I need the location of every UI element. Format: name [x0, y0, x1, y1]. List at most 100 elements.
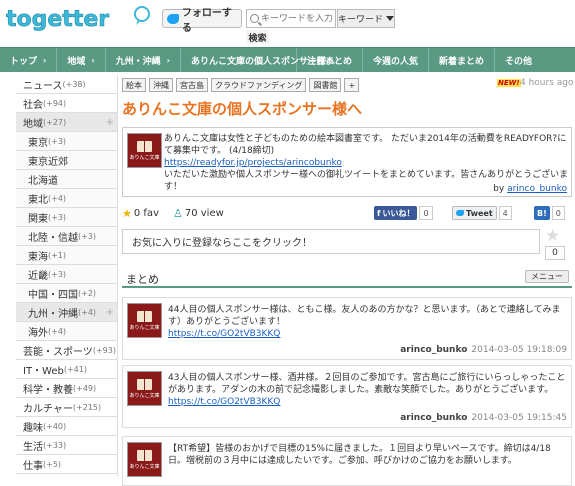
search-box[interactable] — [246, 9, 336, 28]
chevron-right-icon: › — [91, 55, 95, 65]
sidebar-item-count: (+4) — [78, 307, 97, 317]
sidebar-item-count: (+93) — [92, 345, 116, 355]
sidebar-item[interactable]: 科学・教養 (+49) — [16, 379, 117, 398]
togetter-logo[interactable]: togetter — [4, 4, 154, 34]
sidebar-item-label: 北海道 — [28, 175, 58, 187]
twitter-bird-icon — [167, 13, 179, 24]
sidebar-item[interactable]: カルチャー (+215) — [16, 398, 117, 417]
sidebar-item-label: 社会 — [23, 99, 43, 111]
sidebar-item-count: (+3) — [48, 212, 67, 222]
chevron-down-icon — [386, 16, 394, 21]
breadcrumb-region[interactable]: 地域 › — [57, 47, 106, 73]
sidebar-item-label: カルチャー — [23, 403, 73, 415]
expand-icon[interactable]: + — [106, 307, 114, 318]
sidebar-item[interactable]: 趣味 (+40) — [16, 417, 117, 436]
person-icon: ♙ — [172, 206, 183, 220]
new-badge: NEW! — [497, 79, 521, 87]
favorite-prompt-button[interactable]: お気に入りに登録ならここをクリック！ — [122, 229, 540, 254]
sidebar-item[interactable]: 東海 (+1) — [16, 246, 117, 265]
avatar[interactable]: ありんこ文庫 — [127, 133, 162, 168]
favorite-star-icon[interactable]: ★ — [545, 226, 560, 246]
sidebar-item[interactable]: IT・Web (+41) — [16, 360, 117, 379]
sidebar-item-label: 東京 — [28, 137, 48, 149]
sidebar-item-count: (+4) — [48, 326, 67, 336]
sidebar-item[interactable]: 東京 (+3) — [16, 132, 117, 151]
readyfor-link[interactable]: https://readyfor.jp/projects/arincobunko — [164, 157, 570, 169]
facebook-count: 0 — [419, 206, 433, 220]
tag-crowdfunding[interactable]: クラウドファンディング — [211, 78, 307, 92]
avatar[interactable]: ありんこ文庫 — [127, 303, 162, 338]
facebook-like-button[interactable]: f いいね！ 0 — [374, 206, 433, 220]
sidebar-item[interactable]: 東京近郊 — [16, 151, 117, 170]
tag-okinawa[interactable]: 沖縄 — [149, 78, 173, 92]
nav-featured[interactable]: 注目まとめ — [296, 48, 362, 73]
sidebar-item-label: 科学・教養 — [23, 384, 73, 396]
breadcrumb-kyushu[interactable]: 九州・沖縄 › — [106, 47, 181, 73]
sidebar-item-label: 近畿 — [28, 270, 48, 282]
breadcrumb-top[interactable]: トップ › — [0, 47, 58, 73]
star-icon: ★ — [122, 206, 132, 220]
search-input[interactable] — [261, 13, 335, 24]
tweet-timestamp[interactable]: 2014-03-05 19:15:45 — [471, 413, 567, 423]
sidebar-item-label: 北陸・信越 — [28, 232, 78, 244]
tweet-meta: arinco_bunko 2014-03-05 19:18:09 — [400, 345, 567, 355]
search-icon — [250, 14, 259, 23]
sidebar-item[interactable]: 北陸・信越 (+3) — [16, 227, 117, 246]
main-content: 絵本 沖縄 宮古島 クラウドファンディング 図書館 + NEW! 4 hours… — [122, 75, 575, 486]
menu-button[interactable]: メニュー — [525, 270, 569, 283]
sidebar-item[interactable]: ニュース (+38) — [16, 75, 117, 94]
sidebar-item[interactable]: 生活 (+33) — [16, 436, 117, 455]
tweet-text: 【RT希望】皆様のおかげで目標の15%に届きました。１回目より早いペースです。締… — [168, 444, 551, 466]
view-count: 70 view — [184, 207, 224, 219]
tweet-link[interactable]: https://t.co/GO2tVB3KKQ — [168, 328, 566, 340]
sidebar-item-count: (+2) — [78, 288, 97, 298]
sidebar-item-count: (+27) — [43, 117, 67, 127]
sidebar-item[interactable]: 芸能・スポーツ (+93) — [16, 341, 117, 360]
sidebar-item[interactable]: 北海道 — [16, 170, 117, 189]
hatena-count: 0 — [551, 206, 565, 220]
facebook-icon: f — [377, 208, 381, 218]
sidebar-item[interactable]: 中国・四国 (+2) — [16, 284, 117, 303]
sidebar-item[interactable]: 近畿 (+3) — [16, 265, 117, 284]
nav-new[interactable]: 新着まとめ — [428, 48, 494, 73]
sidebar-item[interactable]: 九州・沖縄 (+4) + — [16, 303, 117, 322]
tag-ehon[interactable]: 絵本 — [122, 78, 146, 92]
hatena-bookmark-button[interactable]: B! 0 — [534, 206, 565, 220]
sidebar-item[interactable]: 海外 (+4) — [16, 322, 117, 341]
search-type-select[interactable]: キーワード — [337, 9, 395, 28]
summary-header: まとめ メニュー — [122, 270, 572, 288]
expand-icon[interactable]: + — [106, 117, 114, 128]
sidebar-item[interactable]: 東北 (+4) — [16, 189, 117, 208]
sidebar-item[interactable]: 社会 (+94) — [16, 94, 117, 113]
author-link[interactable]: arinco_bunko — [507, 184, 567, 194]
sidebar-item-count: (+1) — [48, 250, 67, 260]
twitter-follow-button[interactable]: フォローする — [162, 8, 242, 34]
sidebar-item[interactable]: 地域 (+27) + — [16, 113, 117, 132]
category-sidebar: ニュース (+38) 社会 (+94) 地域 (+27) + 東京 (+3) 東京近郊 北海道 東北(… — [16, 75, 118, 476]
author-byline: by arinco_bunko — [493, 184, 567, 194]
nav-weekly[interactable]: 今週の人気 — [362, 48, 428, 73]
tweet-timestamp[interactable]: 2014-03-05 19:18:09 — [471, 345, 567, 355]
sidebar-item-label: 東北 — [28, 194, 48, 206]
tweet-button[interactable]: Tweet 4 — [452, 206, 512, 220]
sidebar-item-count: (+5) — [43, 459, 62, 469]
avatar[interactable]: ありんこ文庫 — [127, 371, 162, 406]
navbar: トップ › 地域 › 九州・沖縄 › ありんこ文庫の個人スポンサー様へ 注目まとめ 今… — [0, 47, 575, 73]
tag-library[interactable]: 図書館 — [309, 78, 342, 92]
tag-miyakojima[interactable]: 宮古島 — [176, 78, 208, 92]
tweet-author[interactable]: arinco_bunko — [400, 345, 467, 355]
svg-text:togetter: togetter — [6, 7, 109, 32]
nav-other[interactable]: その他 — [494, 48, 542, 73]
fav-count: 0 fav — [133, 207, 159, 219]
tweet-link[interactable]: https://t.co/GO2tVB3KKQ — [168, 396, 566, 408]
avatar[interactable]: ありんこ文庫 — [127, 442, 162, 477]
sidebar-item[interactable]: 関東 (+3) — [16, 208, 117, 227]
sidebar-item-count: (+40) — [43, 421, 67, 431]
chevron-right-icon: › — [43, 55, 47, 65]
tweet-author[interactable]: arinco_bunko — [400, 413, 467, 423]
sidebar-item[interactable]: 仕事 (+5) — [16, 455, 117, 474]
book-icon — [137, 449, 152, 461]
sidebar-item-label: 関東 — [28, 213, 48, 225]
search-button[interactable]: 検索 — [246, 30, 269, 44]
add-tag-button[interactable]: + — [344, 78, 360, 92]
